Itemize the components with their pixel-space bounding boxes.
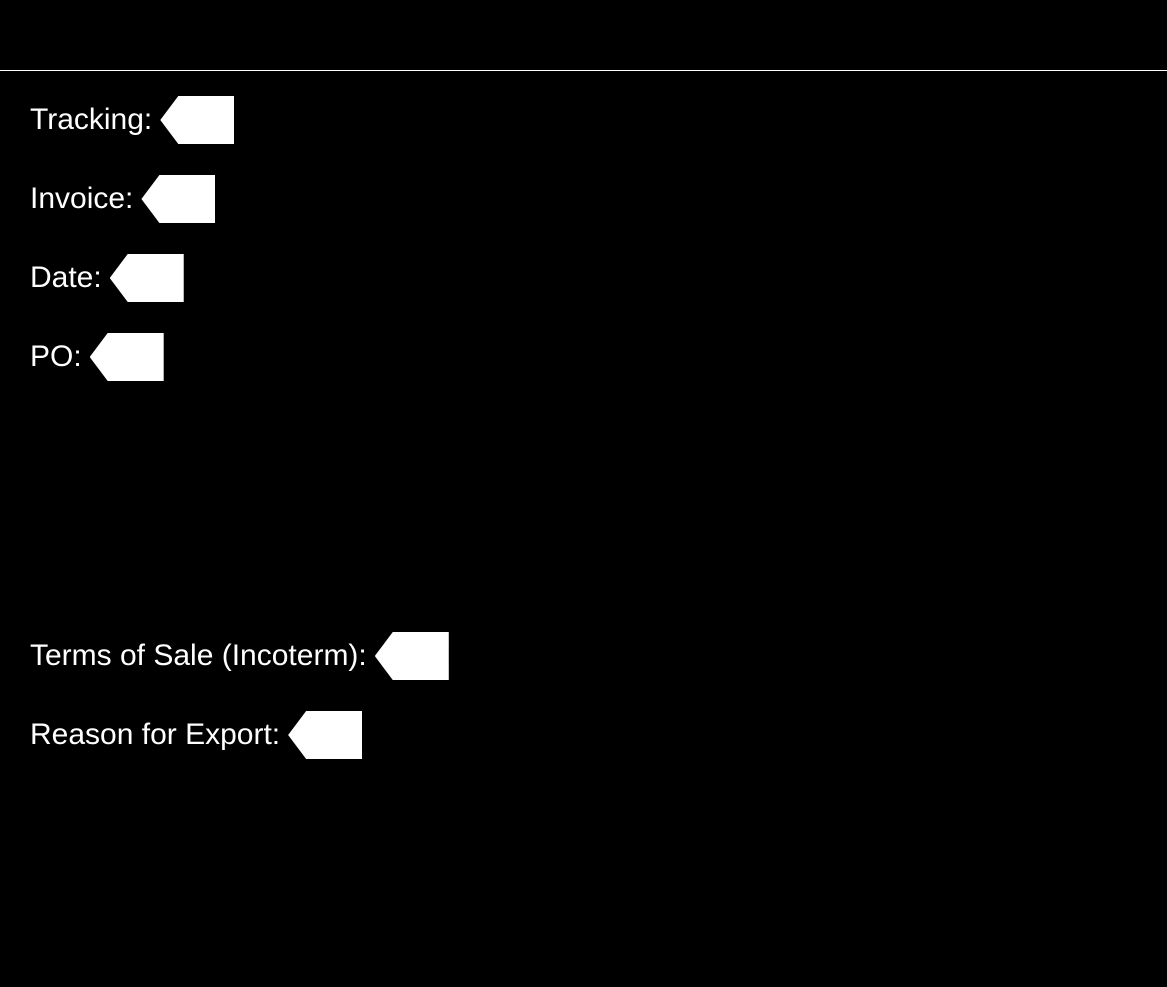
tag-icon: [110, 254, 184, 302]
field-invoice: Invoice:: [30, 175, 215, 223]
label-reason-for-export: Reason for Export:: [30, 718, 280, 752]
tag-icon: [160, 96, 234, 144]
tag-icon: [375, 632, 449, 680]
label-po: PO:: [30, 340, 82, 374]
label-terms-of-sale: Terms of Sale (Incoterm):: [30, 639, 367, 673]
label-tracking: Tracking:: [30, 103, 152, 137]
tag-icon: [141, 175, 215, 223]
tag-icon: [90, 333, 164, 381]
tag-icon: [288, 711, 362, 759]
label-date: Date:: [30, 261, 102, 295]
field-reason-for-export: Reason for Export:: [30, 711, 362, 759]
field-tracking: Tracking:: [30, 96, 234, 144]
field-po: PO:: [30, 333, 164, 381]
field-terms-of-sale: Terms of Sale (Incoterm):: [30, 632, 449, 680]
label-invoice: Invoice:: [30, 182, 133, 216]
top-divider: [0, 70, 1167, 71]
field-date: Date:: [30, 254, 184, 302]
